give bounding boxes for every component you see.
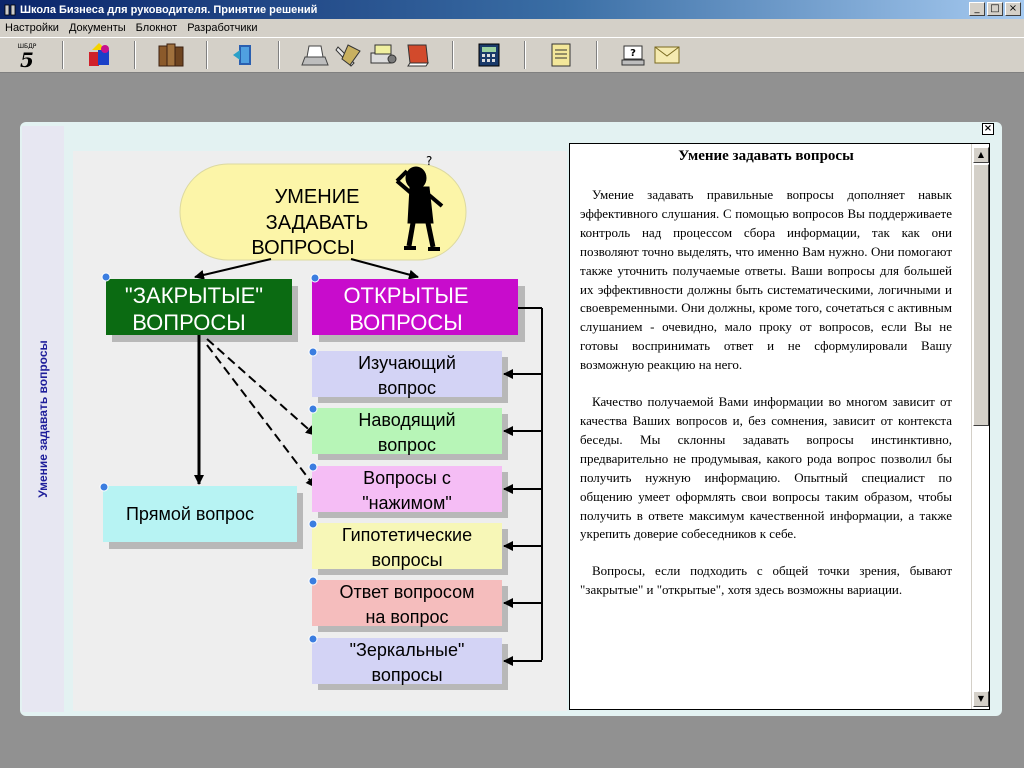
text-pane: Умение задавать вопросы Умение задавать … — [569, 143, 990, 710]
svg-text:?: ? — [426, 154, 432, 168]
open-questions-line-1: ОТКРЫТЫЕ — [343, 283, 468, 308]
menu-bar: Настройки Документы Блокнот Разработчики — [0, 19, 1024, 37]
menu-notepad[interactable]: Блокнот — [131, 22, 183, 34]
exit-door-icon[interactable] — [226, 39, 260, 71]
panel-close-button[interactable]: × — [982, 123, 994, 135]
text-paragraph-2: Качество получаемой Вами информации во м… — [580, 394, 952, 542]
item-bullet — [308, 519, 318, 529]
scroll-thumb[interactable] — [973, 164, 989, 426]
scroll-down-icon[interactable]: ▼ — [973, 691, 989, 707]
projector-icon[interactable] — [366, 39, 400, 71]
item-label: Вопросы с — [363, 468, 451, 488]
maximize-button[interactable]: □ — [987, 2, 1003, 16]
printer-icon[interactable] — [298, 39, 332, 71]
toolbar-separator — [524, 41, 526, 69]
shapes-icon[interactable] — [82, 39, 116, 71]
menu-developers[interactable]: Разработчики — [182, 22, 262, 34]
sidebar-label: Умение задавать вопросы — [36, 340, 50, 498]
toolbar-separator — [62, 41, 64, 69]
item-label: Ответ вопросом — [340, 582, 475, 602]
item-label: Наводящий — [358, 410, 455, 430]
svg-text:?: ? — [630, 48, 636, 59]
header-line-1: УМЕНИЕ — [275, 186, 360, 208]
menu-documents[interactable]: Документы — [64, 22, 131, 34]
item-label: "Зеркальные" — [350, 640, 465, 660]
header-line-2: ЗАДАВАТЬ — [266, 212, 369, 234]
item-bullet — [308, 404, 318, 414]
toolbar-separator — [596, 41, 598, 69]
toolbar: ШБДР 5 ? — [0, 37, 1024, 73]
item-label: вопросы — [371, 550, 442, 570]
vertical-scrollbar[interactable]: ▲ ▼ — [971, 144, 989, 709]
notes-icon[interactable] — [544, 39, 578, 71]
help-computer-icon[interactable]: ? — [616, 39, 650, 71]
sidebar: Умение задавать вопросы — [22, 126, 64, 712]
diagram: УМЕНИЕ ЗАДАВАТЬ ВОПРОСЫ ? "ЗАКРЫТЫЕ" ВОП… — [73, 151, 567, 711]
item-bullet — [308, 634, 318, 644]
window-title: Школа Бизнеса для руководителя. Принятие… — [20, 3, 318, 16]
item-label: на вопрос — [365, 607, 448, 627]
item-bullet — [308, 347, 318, 357]
calculator-icon[interactable] — [472, 39, 506, 71]
direct-question-label: Прямой вопрос — [126, 504, 254, 524]
text-title: Умение задавать вопросы — [678, 148, 854, 164]
arrow-to-open — [350, 258, 419, 280]
text-content: Умение задавать вопросы Умение задавать … — [580, 148, 952, 708]
books-icon[interactable] — [154, 39, 188, 71]
item-label: вопросы — [371, 665, 442, 685]
closed-questions-line-2: ВОПРОСЫ — [132, 310, 246, 335]
item-label: Гипотетические — [342, 525, 472, 545]
tools-icon[interactable] — [332, 39, 366, 71]
item-label: Изучающий — [358, 353, 456, 373]
minimize-button[interactable]: _ — [969, 2, 985, 16]
close-button[interactable]: × — [1005, 2, 1021, 16]
toolbar-separator — [452, 41, 454, 69]
question-type-item: Ответ вопросом на вопрос — [308, 576, 542, 632]
header-line-3: ВОПРОСЫ — [251, 237, 354, 259]
item-label: вопрос — [378, 378, 436, 398]
version-number: 5 — [20, 48, 34, 70]
question-type-item: Наводящий вопрос — [308, 404, 542, 460]
open-questions-line-2: ВОПРОСЫ — [349, 310, 463, 335]
title-bar: Школа Бизнеса для руководителя. Принятие… — [0, 0, 1024, 19]
dashed-arrow-pressure — [206, 344, 316, 488]
question-type-item: Вопросы с "нажимом" — [308, 462, 542, 518]
toolbar-separator — [134, 41, 136, 69]
app-icon[interactable] — [2, 2, 18, 18]
question-types-list: Изучающий вопрос Наводящий вопрос Вопросы с "… — [308, 347, 542, 690]
closed-questions-line-1: "ЗАКРЫТЫЕ" — [125, 283, 263, 308]
item-label: "нажимом" — [362, 493, 452, 513]
dashed-arrow-leading — [206, 338, 316, 436]
toolbar-separator — [206, 41, 208, 69]
scroll-up-icon[interactable]: ▲ — [973, 147, 989, 163]
question-type-item: "Зеркальные" вопросы — [308, 634, 542, 690]
item-bullet — [308, 462, 318, 472]
questions-diagram: УМЕНИЕ ЗАДАВАТЬ ВОПРОСЫ ? "ЗАКРЫТЫЕ" ВОП… — [99, 154, 543, 690]
version-5-icon[interactable]: ШБДР 5 — [10, 39, 44, 71]
text-paragraph-1: Умение задавать правильные вопросы допол… — [580, 187, 952, 373]
toolbar-separator — [278, 41, 280, 69]
book-icon[interactable] — [400, 39, 434, 71]
arrow-to-closed — [194, 258, 272, 280]
menu-settings[interactable]: Настройки — [0, 22, 64, 34]
item-label: вопрос — [378, 435, 436, 455]
question-type-item: Гипотетические вопросы — [308, 519, 542, 575]
question-type-item: Изучающий вопрос — [308, 347, 542, 403]
item-bullet — [308, 576, 318, 586]
mail-icon[interactable] — [650, 39, 684, 71]
text-paragraph-3: Вопросы, если подходить с общей точки зр… — [580, 563, 952, 598]
